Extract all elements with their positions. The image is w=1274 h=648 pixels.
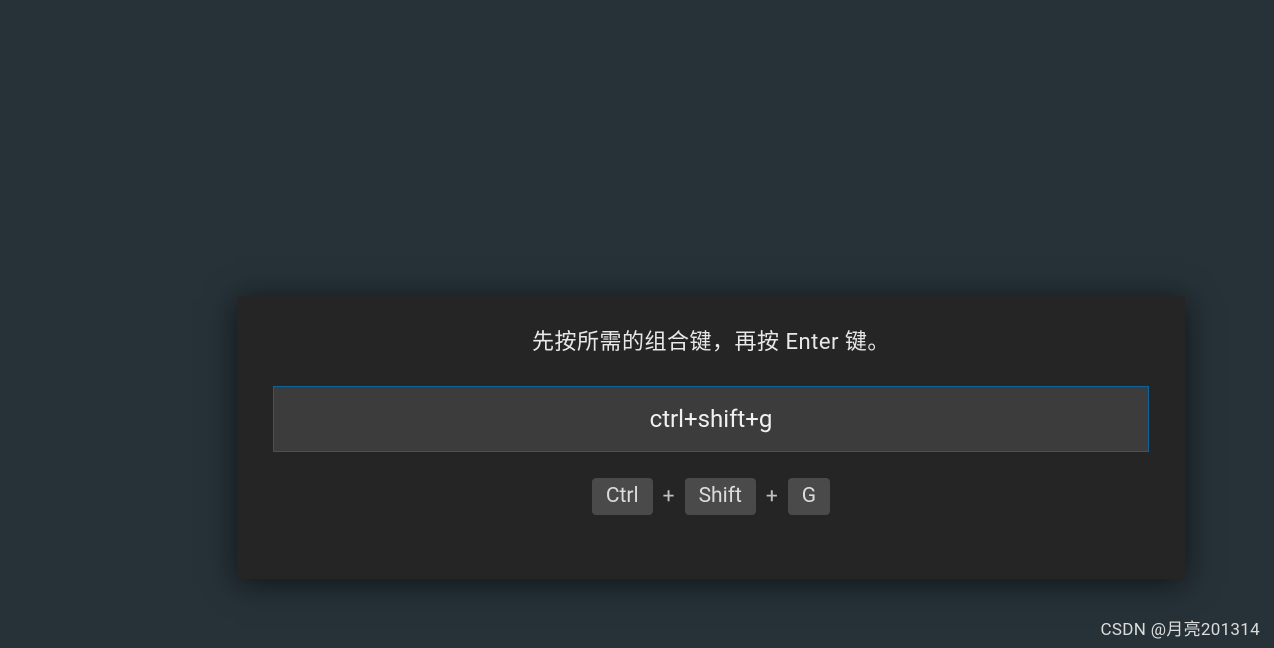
watermark-text: CSDN @月亮201314 [1101, 615, 1260, 640]
key-separator: + [764, 485, 780, 509]
key-chip-g: G [788, 478, 830, 515]
keybind-input-wrapper[interactable] [273, 386, 1149, 452]
keybinding-dialog: 先按所需的组合键，再按 Enter 键。 Ctrl + Shift + G [237, 296, 1185, 579]
key-preview-row: Ctrl + Shift + G [592, 478, 830, 515]
keybind-input[interactable] [274, 387, 1148, 451]
key-chip-shift: Shift [685, 478, 756, 515]
instruction-text: 先按所需的组合键，再按 Enter 键。 [532, 324, 890, 356]
key-chip-ctrl: Ctrl [592, 478, 653, 515]
key-separator: + [661, 485, 677, 509]
